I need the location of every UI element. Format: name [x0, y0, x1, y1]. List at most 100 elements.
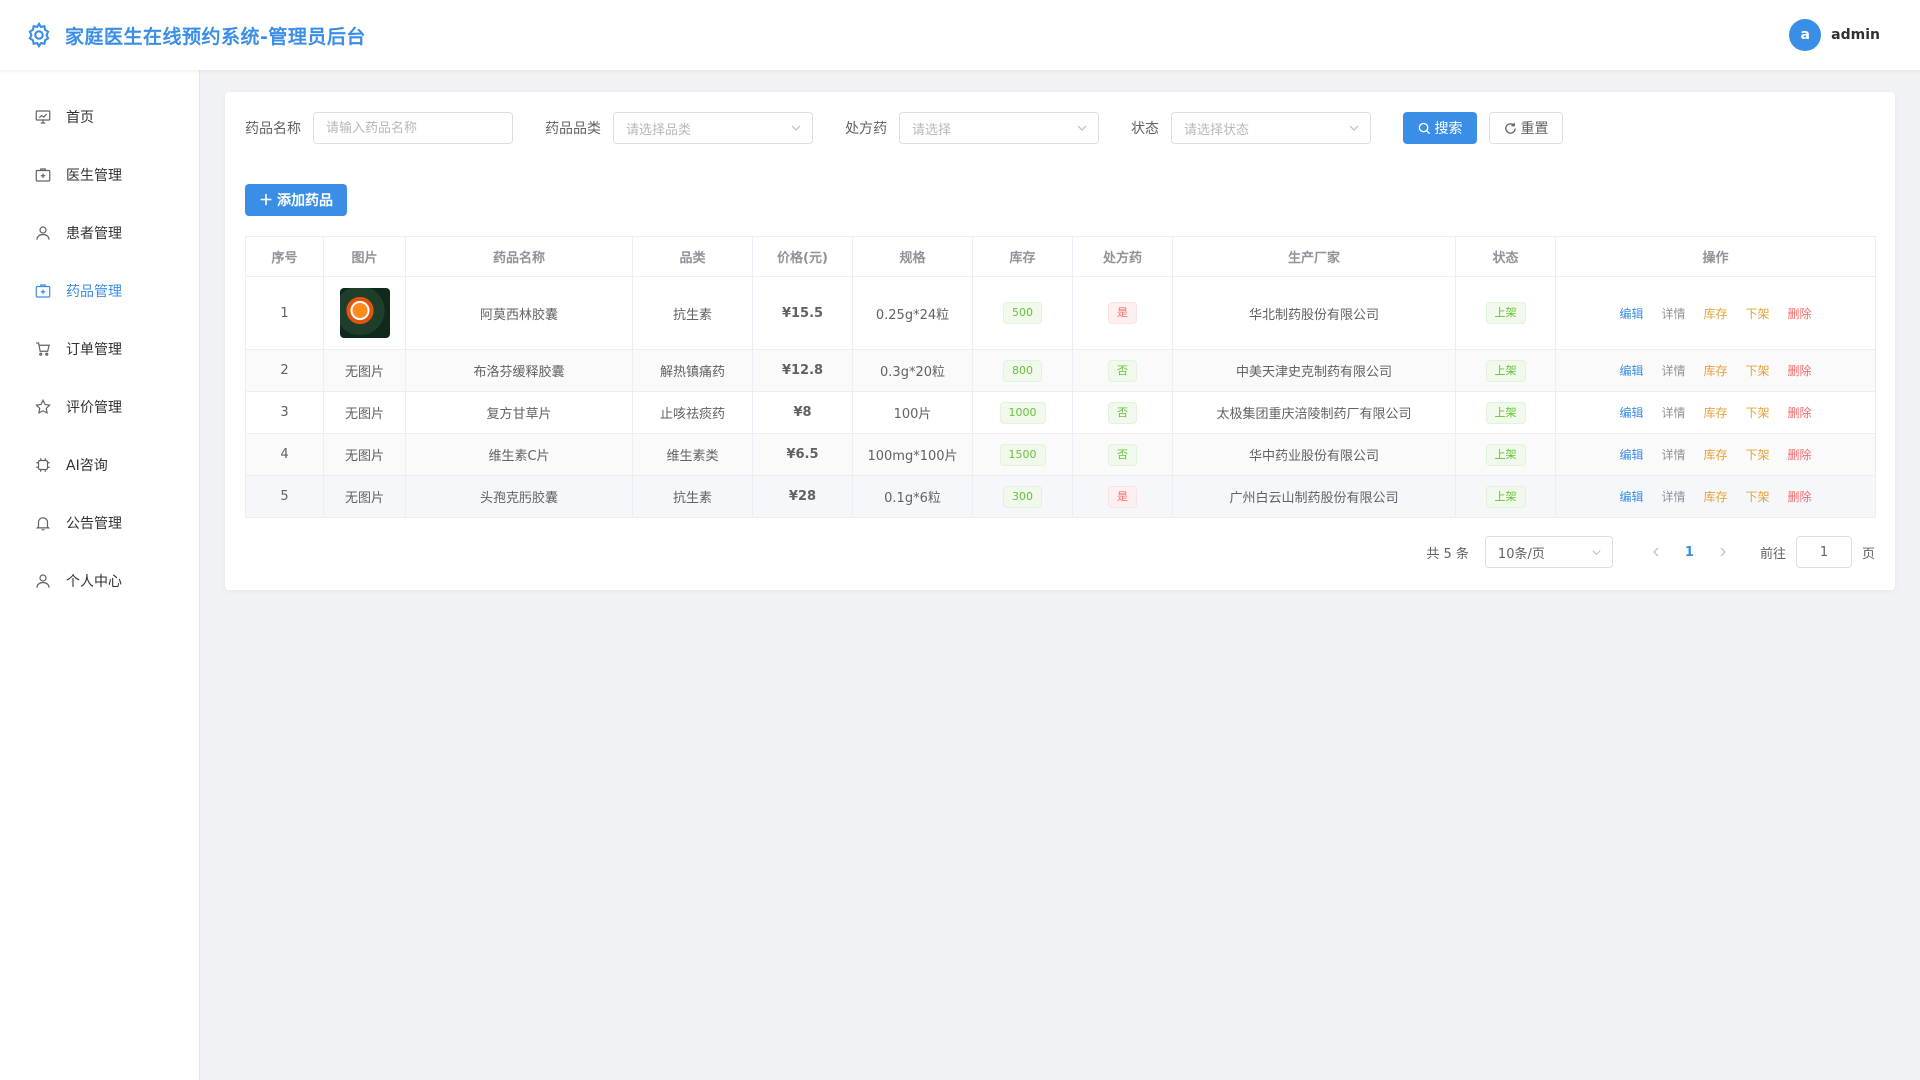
cell-category: 止咳祛痰药 — [632, 391, 753, 434]
sidebar-item-home[interactable]: 首页 — [0, 88, 199, 146]
table-row[interactable]: 2 无图片 布洛芬缓释胶囊 解热镇痛药 ¥12.8 0.3g*20粒 800 否… — [245, 349, 1876, 392]
cell-price: ¥8 — [752, 391, 853, 434]
cell-manufacturer: 太极集团重庆涪陵制药厂有限公司 — [1172, 391, 1456, 434]
detail-link[interactable]: 详情 — [1661, 404, 1685, 421]
sidebar-item-doctors[interactable]: 医生管理 — [0, 146, 199, 204]
category-select[interactable]: 请选择品类 — [613, 112, 813, 144]
status-select[interactable]: 请选择状态 — [1171, 112, 1371, 144]
rx-tag: 是 — [1108, 485, 1137, 508]
sidebar-item-label: 药品管理 — [66, 284, 122, 300]
stock-link[interactable]: 库存 — [1703, 446, 1727, 463]
column-header: 图片 — [323, 236, 406, 277]
cell-actions: 编辑 详情 库存 下架 删除 — [1555, 276, 1876, 350]
delete-link[interactable]: 删除 — [1788, 446, 1812, 463]
cell-price: ¥6.5 — [752, 433, 853, 476]
stock-link[interactable]: 库存 — [1703, 305, 1727, 322]
edit-link[interactable]: 编辑 — [1619, 404, 1643, 421]
sidebar-item-reviews[interactable]: 评价管理 — [0, 378, 199, 436]
cell-rx: 否 — [1072, 433, 1173, 476]
dashboard-icon — [35, 110, 51, 124]
cell-image: 无图片 — [323, 433, 406, 476]
sidebar-item-ai[interactable]: AI咨询 — [0, 436, 199, 494]
sidebar-item-patients[interactable]: 患者管理 — [0, 204, 199, 262]
cell-manufacturer: 中美天津史克制药有限公司 — [1172, 349, 1456, 392]
medicine-management-panel: 药品名称 药品品类 请选择品类 处方药 请选择 状态 请选择状态 — [225, 92, 1895, 590]
add-medicine-button[interactable]: ＋ 添加药品 — [245, 184, 347, 216]
pagination: 共 5 条 10条/页 1 前往 页 — [1426, 536, 1875, 568]
off-shelf-link[interactable]: 下架 — [1746, 305, 1770, 322]
stock-tag: 1000 — [999, 401, 1046, 424]
sidebar-item-label: AI咨询 — [66, 458, 108, 474]
column-header: 处方药 — [1072, 236, 1173, 277]
delete-link[interactable]: 删除 — [1788, 404, 1812, 421]
stock-link[interactable]: 库存 — [1703, 488, 1727, 505]
goto-page-input[interactable] — [1795, 536, 1852, 568]
column-header: 药品名称 — [405, 236, 633, 277]
rx-tag: 否 — [1108, 401, 1137, 424]
table-row[interactable]: 1 阿莫西林胶囊 抗生素 ¥15.5 0.25g*24粒 500 是 华北制药股… — [245, 276, 1876, 350]
edit-link[interactable]: 编辑 — [1619, 305, 1643, 322]
cell-spec: 0.1g*6粒 — [852, 475, 973, 518]
cell-rx: 否 — [1072, 391, 1173, 434]
rx-select[interactable]: 请选择 — [899, 112, 1099, 144]
delete-link[interactable]: 删除 — [1788, 305, 1812, 322]
page-size-select[interactable]: 10条/页 — [1484, 536, 1613, 568]
off-shelf-link[interactable]: 下架 — [1746, 404, 1770, 421]
cell-name: 复方甘草片 — [405, 391, 633, 434]
cell-image: 无图片 — [323, 475, 406, 518]
cell-status: 上架 — [1455, 475, 1556, 518]
rx-label: 处方药 — [845, 121, 887, 137]
stock-link[interactable]: 库存 — [1703, 404, 1727, 421]
sidebar-item-profile[interactable]: 个人中心 — [0, 552, 199, 610]
cell-price: ¥28 — [752, 475, 853, 518]
medicine-name-input[interactable] — [313, 112, 513, 144]
medicine-thumbnail[interactable] — [339, 288, 390, 338]
cell-stock: 300 — [972, 475, 1073, 518]
status-label: 状态 — [1131, 121, 1159, 137]
username[interactable]: admin — [1831, 27, 1880, 43]
star-icon — [35, 398, 51, 415]
avatar[interactable]: a — [1789, 19, 1822, 51]
search-button[interactable]: 搜索 — [1403, 112, 1477, 144]
category-placeholder: 请选择品类 — [626, 122, 692, 138]
edit-link[interactable]: 编辑 — [1619, 362, 1643, 379]
stock-link[interactable]: 库存 — [1703, 362, 1727, 379]
bell-icon — [35, 517, 51, 531]
stock-tag: 300 — [1003, 485, 1042, 508]
category-field: 药品品类 请选择品类 — [545, 112, 813, 144]
detail-link[interactable]: 详情 — [1661, 446, 1685, 463]
table-row[interactable]: 3 无图片 复方甘草片 止咳祛痰药 ¥8 100片 1000 否 太极集团重庆涪… — [245, 391, 1876, 434]
detail-link[interactable]: 详情 — [1661, 305, 1685, 322]
sidebar-item-medicines[interactable]: 药品管理 — [0, 262, 199, 320]
medicine-table: 序号 图片 药品名称 品类 价格(元) 规格 库存 处方药 生产厂家 状态 操作… — [245, 236, 1876, 518]
user-menu[interactable]: a admin — [1789, 19, 1880, 51]
stock-tag: 1500 — [999, 443, 1046, 466]
cell-spec: 0.3g*20粒 — [852, 349, 973, 392]
cell-category: 抗生素 — [632, 276, 753, 350]
off-shelf-link[interactable]: 下架 — [1746, 488, 1770, 505]
gear-icon — [28, 21, 50, 49]
table-row[interactable]: 4 无图片 维生素C片 维生素类 ¥6.5 100mg*100片 1500 否 … — [245, 433, 1876, 476]
edit-link[interactable]: 编辑 — [1619, 446, 1643, 463]
cell-actions: 编辑 详情 库存 下架 删除 — [1555, 475, 1876, 518]
delete-link[interactable]: 删除 — [1788, 488, 1812, 505]
off-shelf-link[interactable]: 下架 — [1746, 362, 1770, 379]
name-label: 药品名称 — [245, 121, 301, 137]
reset-button[interactable]: 重置 — [1489, 112, 1563, 144]
prev-page-icon[interactable] — [1649, 545, 1663, 559]
cell-stock: 1000 — [972, 391, 1073, 434]
edit-link[interactable]: 编辑 — [1619, 488, 1643, 505]
page-number[interactable]: 1 — [1685, 545, 1694, 560]
table-row[interactable]: 5 无图片 头孢克肟胶囊 抗生素 ¥28 0.1g*6粒 300 是 广州白云山… — [245, 475, 1876, 518]
sidebar-item-orders[interactable]: 订单管理 — [0, 320, 199, 378]
sidebar-item-notices[interactable]: 公告管理 — [0, 494, 199, 552]
delete-link[interactable]: 删除 — [1788, 362, 1812, 379]
cell-image — [323, 276, 406, 350]
cell-price: ¥15.5 — [752, 276, 853, 350]
cell-index: 2 — [245, 349, 324, 392]
next-page-icon[interactable] — [1716, 545, 1730, 559]
off-shelf-link[interactable]: 下架 — [1746, 446, 1770, 463]
detail-link[interactable]: 详情 — [1661, 488, 1685, 505]
detail-link[interactable]: 详情 — [1661, 362, 1685, 379]
cell-rx: 是 — [1072, 475, 1173, 518]
